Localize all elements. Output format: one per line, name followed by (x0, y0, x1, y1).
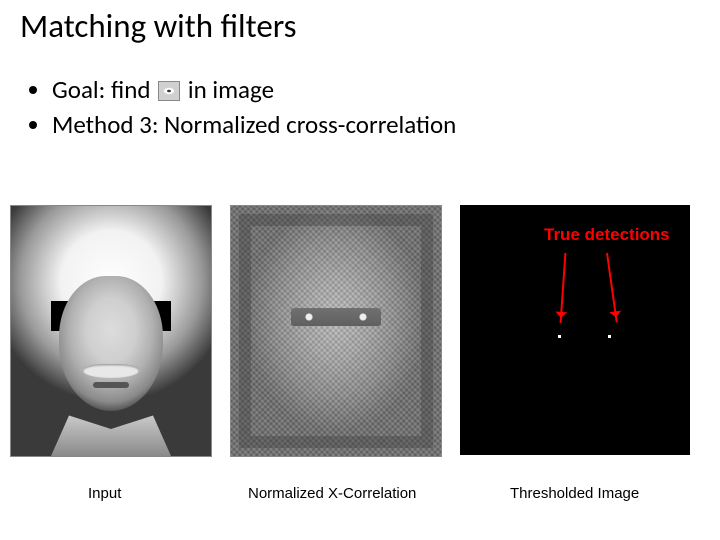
eye-icon (158, 81, 180, 101)
mustache-region (83, 364, 139, 378)
goal-suffix: in image (188, 74, 274, 105)
arrow-icon (560, 253, 567, 323)
collar-region (51, 411, 171, 456)
caption-thresh: Thresholded Image (510, 485, 639, 502)
goal-prefix: Goal: find (52, 74, 151, 105)
slide: Matching with filters Goal: find in imag… (0, 0, 720, 540)
caption-input: Input (88, 485, 121, 502)
slide-title: Matching with filters (20, 6, 297, 46)
bullet-method: Method 3: Normalized cross-correlation (52, 107, 456, 142)
arrow-icon (606, 253, 618, 323)
thresholded-image: True detections (460, 205, 690, 455)
true-detections-label: True detections (544, 225, 670, 245)
face-region (59, 276, 163, 411)
input-panel (10, 205, 212, 465)
ncc-panel (230, 205, 442, 465)
caption-ncc: Normalized X-Correlation (248, 485, 416, 502)
ncc-eye-band (291, 308, 381, 326)
detection-dot (558, 335, 561, 338)
thresholded-panel: True detections (460, 205, 690, 465)
ncc-image (230, 205, 442, 457)
image-row: True detections (10, 205, 710, 465)
detection-dot (608, 335, 611, 338)
input-image (10, 205, 212, 457)
bullet-list: Goal: find in image Method 3: Normalized… (28, 72, 456, 142)
ncc-border (239, 214, 433, 448)
mouth-region (93, 382, 129, 388)
bullet-goal: Goal: find in image (52, 72, 456, 107)
